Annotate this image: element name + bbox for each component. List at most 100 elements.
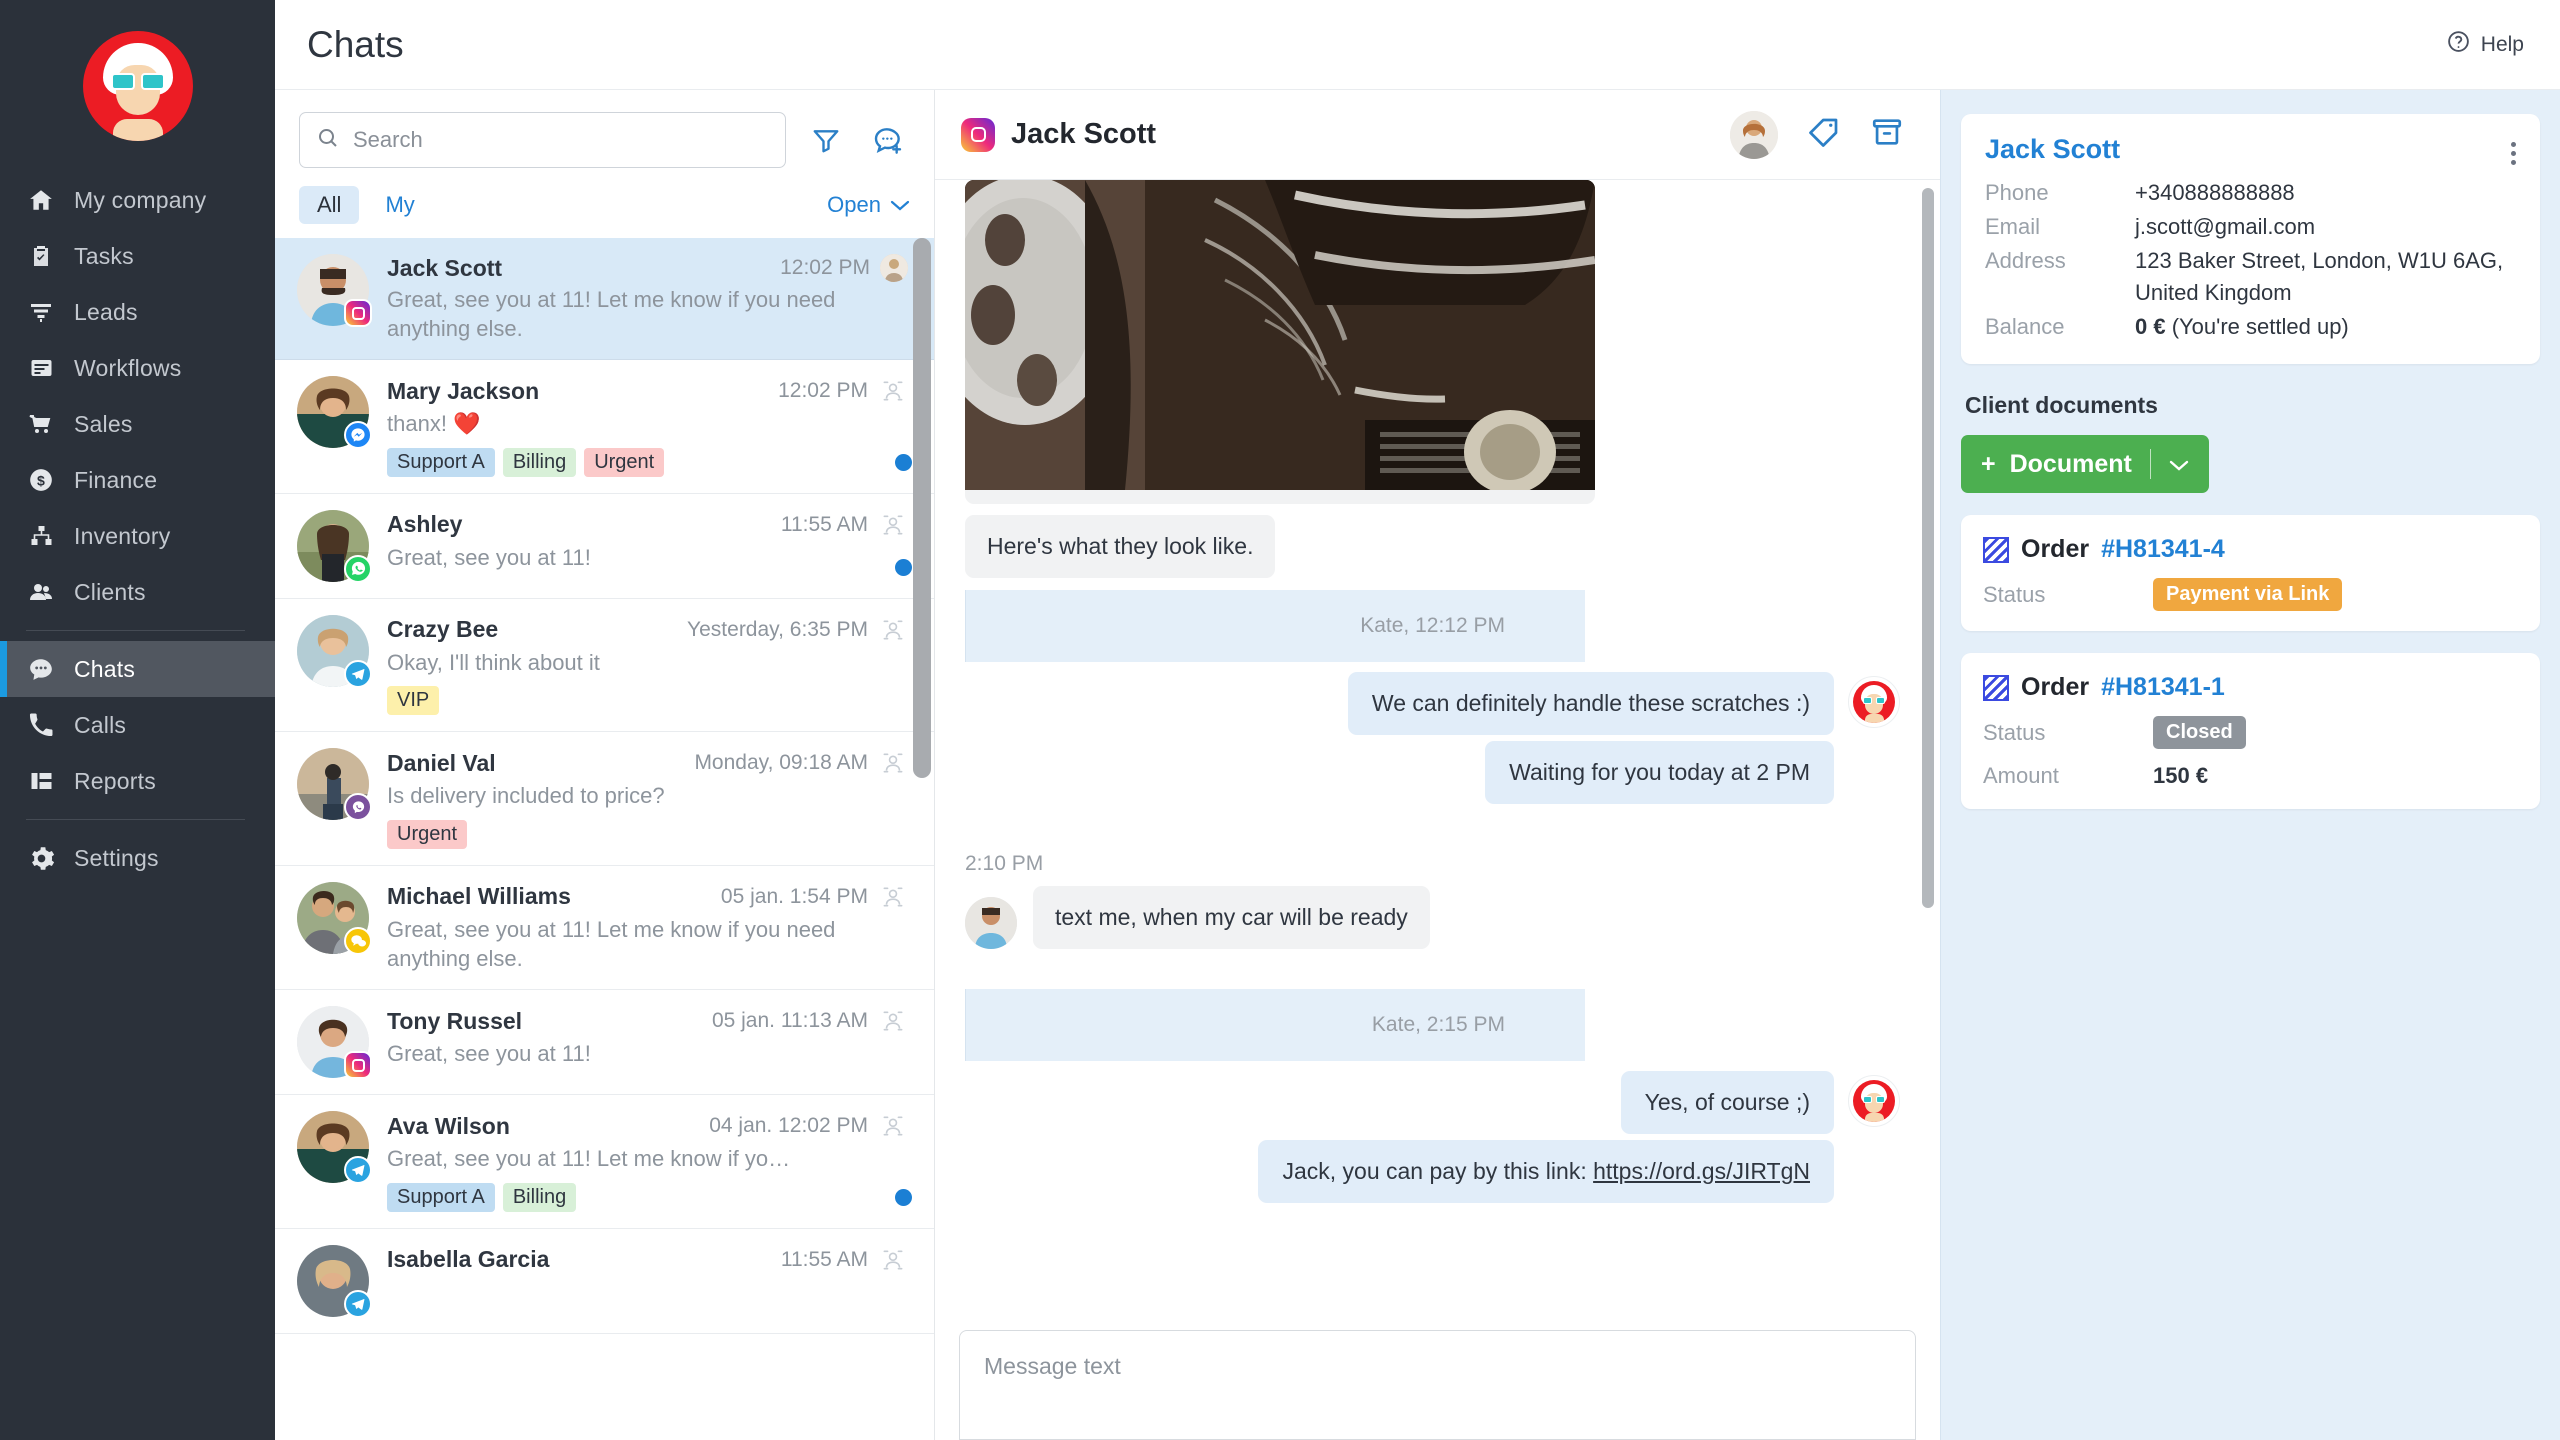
logo-avatar (82, 31, 193, 141)
search-icon (316, 126, 340, 155)
chat-row-preview: Great, see you at 11! Let me know if you… (387, 916, 836, 971)
sidebar-item-finance[interactable]: $ Finance (0, 452, 275, 508)
document-status-row: Status Closed (1983, 716, 2518, 750)
sidebar-nav: My company Tasks Leads Workflows Sales $… (0, 172, 275, 886)
chat-row-ashley[interactable]: Ashley 11:55 AM Great, see you at 11! (275, 494, 934, 599)
archive-icon[interactable] (1870, 115, 1904, 154)
filter-funnel-icon[interactable] (804, 118, 848, 162)
balance-note: (You're settled up) (2165, 313, 2349, 339)
sidebar-item-inventory[interactable]: Inventory (0, 508, 275, 564)
unassigned-icon[interactable] (878, 748, 908, 778)
chat-row-time: 05 jan. 1:54 PM (720, 884, 868, 908)
conversation-panel: Jack Scott Here's what they look like. K… (935, 90, 1940, 1440)
assignee-avatar[interactable] (1730, 110, 1778, 159)
scrollbar-thumb[interactable] (1922, 188, 1934, 908)
help-label: Help (2480, 32, 2524, 56)
conversation-scrollbar[interactable] (1922, 188, 1934, 1320)
agent-avatar-image (1853, 681, 1895, 723)
unassigned-icon[interactable] (878, 1111, 908, 1141)
chat-row-preview: Okay, I'll think about it (387, 649, 600, 675)
document-card-h81341-4[interactable]: Order #H81341-4 Status Payment via Link (1961, 515, 2540, 632)
search-box[interactable] (299, 112, 786, 168)
tag: Support A (387, 1182, 495, 1212)
document-card-h81341-1[interactable]: Order #H81341-1 Status Closed Amount 150… (1961, 653, 2540, 810)
chat-row-isabella-garcia[interactable]: Isabella Garcia 11:55 AM (275, 1229, 934, 1334)
message-out-2: Waiting for you today at 2 PM (965, 741, 1900, 804)
kebab-menu-icon[interactable] (2511, 134, 2516, 165)
balance-amount: 0 € (2135, 313, 2166, 339)
chat-row-jack-scott[interactable]: Jack Scott 12:02 PM Great, see you at 11… (275, 238, 934, 361)
agent-avatar (1848, 676, 1900, 728)
message-row: Jack, you can pay by this link: https://… (965, 1140, 1900, 1203)
chevron-down-icon[interactable] (2169, 450, 2189, 479)
message-out-3: Yes, of course ;) (965, 1071, 1900, 1134)
logo-body (112, 119, 163, 141)
chat-row-header: Jack Scott 12:02 PM (387, 254, 908, 282)
add-document-button[interactable]: + Document (1961, 435, 2209, 494)
scrollbar-thumb[interactable] (913, 238, 931, 778)
chat-list-scrollbar[interactable] (913, 238, 931, 1440)
unassigned-icon[interactable] (878, 615, 908, 645)
sidebar-item-sales[interactable]: Sales (0, 396, 275, 452)
assigned-agent-avatar (880, 254, 908, 282)
client-field-balance: Balance 0 € (You're settled up) (1985, 311, 2516, 343)
client-avatar (965, 897, 1017, 949)
tag-icon[interactable] (1806, 114, 1842, 155)
field-key: Phone (1985, 180, 2049, 205)
chat-row-michael-williams[interactable]: Michael Williams 05 jan. 1:54 PM Great, … (275, 866, 934, 991)
client-field-address: Address 123 Baker Street, London, W1U 6A… (1985, 245, 2516, 309)
document-number[interactable]: #H81341-4 (2101, 535, 2225, 564)
sidebar-item-label: Inventory (74, 522, 171, 549)
sidebar-item-calls[interactable]: Calls (0, 697, 275, 753)
chat-row-daniel-val[interactable]: Daniel Val Monday, 09:18 AM Is delivery … (275, 732, 934, 866)
channel-badge-telegram (344, 1156, 372, 1185)
sidebar-item-label: Reports (74, 767, 156, 794)
unassigned-icon[interactable] (878, 1245, 908, 1275)
chat-row-time: 11:55 AM (780, 512, 868, 536)
sidebar-item-label: My company (74, 186, 207, 213)
status-filter-dropdown[interactable]: Open (827, 192, 910, 218)
people-icon (26, 580, 56, 604)
sidebar-item-settings[interactable]: Settings (0, 830, 275, 886)
tab-all[interactable]: All (299, 186, 360, 224)
chat-row-ava-wilson[interactable]: Ava Wilson 04 jan. 12:02 PM Great, see y… (275, 1095, 934, 1229)
chat-row-content: Mary Jackson 12:02 PM thanx! ❤️ Support … (387, 376, 908, 477)
new-chat-icon[interactable] (866, 118, 910, 162)
unassigned-icon[interactable] (878, 510, 908, 540)
button-divider (2149, 449, 2151, 480)
sidebar-item-chats[interactable]: Chats (0, 641, 275, 697)
help-button[interactable]: Help (2446, 29, 2524, 60)
chat-row-header: Daniel Val Monday, 09:18 AM (387, 748, 908, 778)
message-bubble: Here's what they look like. (965, 515, 1276, 578)
message-input[interactable]: Message text (959, 1330, 1916, 1440)
message-composer: Message text (935, 1320, 1940, 1440)
chat-row-crazy-bee[interactable]: Crazy Bee Yesterday, 6:35 PM Okay, I'll … (275, 599, 934, 733)
tab-my[interactable]: My (367, 186, 432, 224)
gear-icon (26, 845, 56, 872)
chat-row-tony-russel[interactable]: Tony Russel 05 jan. 11:13 AM Great, see … (275, 990, 934, 1096)
filter-row: All My Open (275, 180, 934, 238)
unassigned-icon[interactable] (878, 376, 908, 406)
sidebar-item-leads[interactable]: Leads (0, 284, 275, 340)
unassigned-icon[interactable] (878, 882, 908, 912)
client-name[interactable]: Jack Scott (1985, 134, 2120, 165)
image-bubble[interactable] (965, 180, 1595, 504)
chat-row-name: Ava Wilson (387, 1112, 510, 1139)
sidebar-item-reports[interactable]: Reports (0, 753, 275, 809)
sidebar-item-my-company[interactable]: My company (0, 172, 275, 228)
sidebar-item-workflows[interactable]: Workflows (0, 340, 275, 396)
sidebar-item-clients[interactable]: Clients (0, 564, 275, 620)
document-header: Order #H81341-1 (1983, 673, 2518, 702)
chat-row-tags: VIP (387, 686, 908, 716)
topbar: Chats Help (275, 0, 2560, 90)
document-number[interactable]: #H81341-1 (2101, 673, 2225, 702)
unassigned-icon[interactable] (878, 1006, 908, 1036)
conversation-actions (1730, 110, 1904, 159)
payment-link[interactable]: https://ord.gs/JIRTgN (1593, 1158, 1810, 1184)
field-value: j.scott@gmail.com (2135, 213, 2316, 239)
search-input[interactable] (353, 127, 769, 153)
chat-row-mary-jackson[interactable]: Mary Jackson 12:02 PM thanx! ❤️ Support … (275, 360, 934, 494)
company-logo[interactable] (0, 0, 275, 172)
report-grid-icon (26, 769, 56, 793)
sidebar-item-tasks[interactable]: Tasks (0, 228, 275, 284)
